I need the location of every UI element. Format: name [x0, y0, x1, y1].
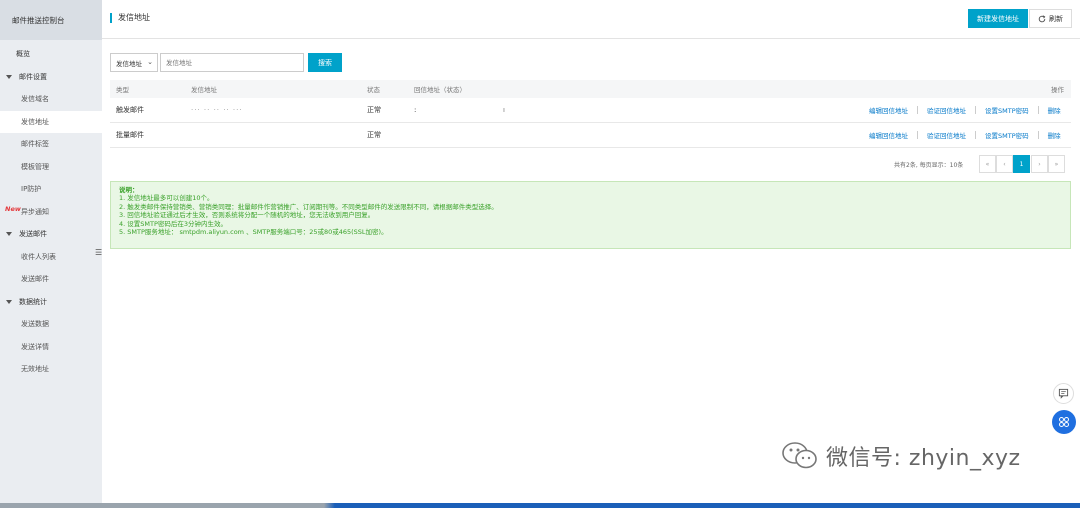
info-notice: 说明： 1. 发信地址最多可以创建10个。 2. 触发类邮件保持营销类、营销类同… [110, 181, 1071, 249]
refresh-label: 刷新 [1049, 14, 1063, 23]
verify-reply-address-link[interactable]: 验证回信地址 [927, 130, 966, 140]
verify-reply-address-link[interactable]: 验证回信地址 [927, 105, 966, 115]
page-header: 发信地址 新建发信地址 刷新 [102, 0, 1080, 39]
pagination-page-1[interactable]: 1 [1013, 155, 1030, 173]
watermark-text: 微信号: zhyin_xyz [826, 446, 1021, 471]
divider [975, 131, 976, 139]
search-button[interactable]: 搜索 [308, 53, 342, 72]
sidebar-item-ip-protection[interactable]: IP防护 [0, 178, 102, 201]
sidebar-group-label: 发送邮件 [19, 230, 47, 239]
sidebar-group-statistics[interactable]: 数据统计 [0, 291, 102, 314]
row-status: 正常 [367, 131, 381, 139]
pagination-prev-button[interactable]: ‹ [996, 155, 1013, 173]
sidebar-item-mail-tags[interactable]: 邮件标签 [0, 133, 102, 156]
edit-reply-address-link[interactable]: 编辑回信地址 [869, 105, 908, 115]
column-header-type: 类型 [116, 86, 129, 94]
row-type: 批量邮件 [116, 131, 144, 139]
create-sender-address-button[interactable]: 新建发信地址 [968, 9, 1028, 28]
divider [1037, 106, 1039, 114]
grid-icon [1059, 417, 1069, 427]
caret-down-icon [6, 299, 12, 304]
row-status: 正常 [367, 106, 381, 114]
sidebar-item-send-data[interactable]: 发送数据 [0, 313, 102, 336]
sidebar-item-invalid-addresses[interactable]: 无效地址 [0, 358, 102, 381]
sidebar: 邮件推送控制台 概览 邮件设置 发信域名 发信地址 邮件标签 模板管理 IP防护… [0, 0, 102, 508]
set-smtp-password-link[interactable]: 设置SMTP密码 [985, 105, 1029, 115]
chevron-down-icon: ⌄ [147, 58, 153, 66]
column-header-reply: 回信地址（状态） [414, 86, 466, 94]
sender-address-table: 类型 发信地址 状态 回信地址（状态） 操作 触发邮件 ··· ·· ·· ··… [110, 80, 1071, 148]
page-title: 发信地址 [110, 13, 150, 23]
filter-select-value: 发信地址 [116, 59, 142, 68]
feedback-button[interactable] [1053, 383, 1074, 404]
sidebar-item-recipient-lists[interactable]: 收件人列表 [0, 246, 102, 269]
set-smtp-password-link[interactable]: 设置SMTP密码 [985, 130, 1029, 140]
sidebar-group-mail-settings[interactable]: 邮件设置 [0, 66, 102, 89]
filter-field-select[interactable]: 发信地址 ⌄ [110, 53, 158, 72]
new-badge: New [5, 204, 21, 213]
taskbar-strip [0, 503, 1080, 508]
row-reply: : [414, 106, 417, 114]
divider [917, 131, 918, 139]
sidebar-group-label: 邮件设置 [19, 72, 47, 81]
sidebar-item-overview[interactable]: 概览 [0, 43, 102, 66]
caret-down-icon [6, 232, 12, 237]
row-address: ··· ·· ·· ·· ··· [191, 106, 243, 114]
sidebar-group-send-mail[interactable]: 发送邮件 [0, 223, 102, 246]
notice-line: 3. 回信地址验证通过后才生效，否则系统将分配一个随机的地址，您无法收到用户回复… [119, 211, 375, 220]
table-row: 批量邮件 正常 编辑回信地址 验证回信地址 设置SMTP密码 删除 [110, 123, 1071, 148]
row-actions: 编辑回信地址 验证回信地址 设置SMTP密码 删除 [869, 105, 1061, 115]
column-header-ops: 操作 [1051, 86, 1064, 94]
chat-icon [1058, 388, 1069, 399]
watermark: 微信号: zhyin_xyz [780, 440, 1021, 472]
sidebar-item-templates[interactable]: 模板管理 [0, 156, 102, 179]
wechat-icon [782, 442, 817, 469]
table-row: 触发邮件 ··· ·· ·· ·· ··· 正常 : ı 编辑回信地址 验证回信… [110, 98, 1071, 123]
row-type: 触发邮件 [116, 106, 144, 114]
delete-link[interactable]: 删除 [1048, 130, 1061, 140]
sidebar-collapse-icon[interactable]: ☰ [95, 248, 102, 258]
console-title: 邮件推送控制台 [0, 0, 102, 40]
search-input[interactable] [160, 53, 304, 72]
sidebar-item-async-notify[interactable]: New 异步通知 [0, 201, 102, 224]
notice-title: 说明： [119, 186, 139, 194]
row-reply-suffix: ı [503, 106, 505, 114]
edit-reply-address-link[interactable]: 编辑回信地址 [869, 130, 908, 140]
delete-link[interactable]: 删除 [1048, 105, 1061, 115]
sidebar-item-label: 异步通知 [21, 207, 49, 216]
row-actions: 编辑回信地址 验证回信地址 设置SMTP密码 删除 [869, 130, 1061, 140]
caret-down-icon [6, 74, 12, 79]
table-header: 类型 发信地址 状态 回信地址（状态） 操作 [110, 80, 1071, 98]
notice-line: 5. SMTP服务地址： smtpdm.aliyun.com 、SMTP服务端口… [119, 228, 388, 237]
sidebar-item-sender-domain[interactable]: 发信域名 [0, 88, 102, 111]
column-header-address: 发信地址 [191, 86, 217, 94]
notice-line: 4. 设置SMTP密码后在3分钟内生效。 [119, 219, 228, 228]
pagination-next-button[interactable]: › [1031, 155, 1048, 173]
sidebar-group-label: 数据统计 [19, 297, 47, 306]
pagination-summary: 共有2条, 每页显示：10条 [894, 162, 964, 169]
sidebar-item-sender-address[interactable]: 发信地址 [0, 110, 102, 133]
column-header-status: 状态 [367, 86, 380, 94]
divider [975, 106, 976, 114]
notice-line: 1. 发信地址最多可以创建10个。 [119, 194, 214, 203]
sidebar-item-send-details[interactable]: 发送详情 [0, 336, 102, 359]
apps-button[interactable] [1052, 410, 1076, 434]
notice-line: 2. 触发类邮件保持营销类、营销类同理：批量邮件作营销推广、订阅期刊等。不同类型… [119, 202, 498, 211]
refresh-icon [1038, 14, 1046, 22]
divider [917, 106, 918, 114]
divider [1037, 131, 1039, 139]
pagination-last-button[interactable]: » [1048, 155, 1065, 173]
refresh-button[interactable]: 刷新 [1029, 9, 1072, 28]
pagination-first-button[interactable]: « [979, 155, 996, 173]
sidebar-item-send-mail[interactable]: 发送邮件 [0, 268, 102, 291]
